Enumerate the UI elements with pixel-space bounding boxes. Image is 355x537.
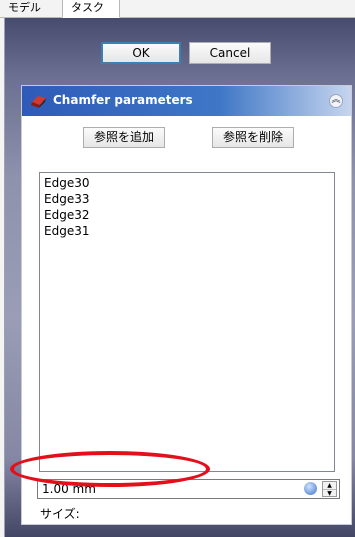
spin-down-icon[interactable]: ▼	[323, 489, 336, 497]
chamfer-title: Chamfer parameters	[53, 93, 193, 107]
edge-list[interactable]: Edge30 Edge33 Edge32 Edge31	[39, 172, 335, 472]
task-panel: OK Cancel Chamfer parameters ︽ 参照を追加 参照を…	[4, 18, 355, 537]
tab-tasks[interactable]: タスク	[62, 0, 120, 18]
size-spinbox[interactable]: 1.00 mm ▲ ▼	[37, 479, 340, 499]
ok-button[interactable]: OK	[101, 42, 181, 64]
tab-model[interactable]: モデル	[0, 0, 62, 17]
chamfer-icon	[31, 96, 46, 108]
size-label: サイズ:	[40, 507, 80, 521]
reset-icon[interactable]	[304, 482, 317, 495]
chamfer-header[interactable]: Chamfer parameters ︽	[22, 86, 351, 116]
list-item[interactable]: Edge33	[44, 191, 334, 207]
size-value[interactable]: 1.00 mm	[42, 482, 96, 496]
add-reference-button[interactable]: 参照を追加	[83, 127, 165, 148]
double-chevron-up-icon[interactable]: ︽	[329, 94, 343, 108]
list-item[interactable]: Edge30	[44, 175, 334, 191]
remove-reference-button[interactable]: 参照を削除	[212, 127, 294, 148]
tab-bar: モデル タスク	[0, 0, 355, 18]
spin-arrows[interactable]: ▲ ▼	[322, 481, 337, 497]
cancel-button[interactable]: Cancel	[189, 42, 271, 64]
list-item[interactable]: Edge32	[44, 207, 334, 223]
chamfer-parameters-box: Chamfer parameters ︽ 参照を追加 参照を削除 Edge30 …	[21, 85, 352, 525]
list-item[interactable]: Edge31	[44, 223, 334, 239]
spin-up-icon[interactable]: ▲	[323, 482, 336, 489]
